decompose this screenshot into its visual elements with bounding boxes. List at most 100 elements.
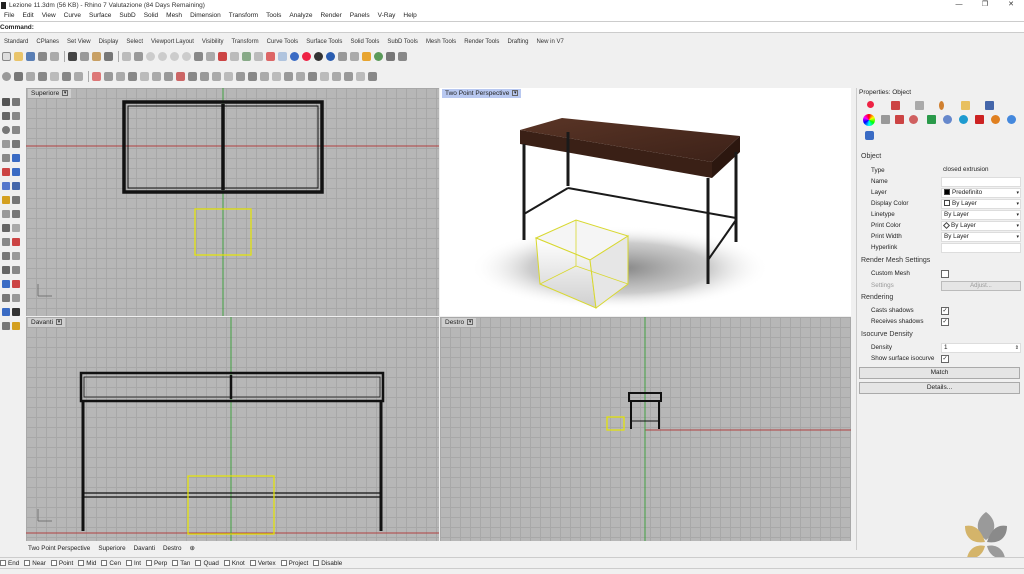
extrude-tool-icon[interactable]: [12, 182, 20, 190]
ellipse-tool-icon[interactable]: [12, 126, 20, 134]
snap-knot[interactable]: Knot: [223, 560, 245, 567]
polyline-tool-icon[interactable]: [12, 98, 20, 106]
menu-transform[interactable]: Transform: [225, 12, 262, 19]
render-tool-icon[interactable]: [2, 294, 10, 302]
prop-layer-select[interactable]: Predefinito ▾: [941, 188, 1021, 198]
snap-end[interactable]: End: [0, 560, 19, 567]
scale-icon[interactable]: [14, 71, 23, 81]
extrude-icon[interactable]: [212, 71, 221, 81]
lock-icon[interactable]: [266, 51, 275, 61]
join-icon[interactable]: [116, 71, 125, 81]
viewport-perspective[interactable]: Two Point Perspective ▾: [440, 88, 851, 316]
snap-quad[interactable]: Quad: [195, 560, 219, 567]
prop-print-width-select[interactable]: By Layer ▾: [941, 232, 1021, 242]
density-input[interactable]: 1 ⇕: [941, 343, 1021, 353]
receives-shadows-checkbox[interactable]: ✓: [941, 318, 949, 326]
open-icon[interactable]: [14, 51, 23, 61]
revolve-icon[interactable]: [248, 71, 257, 81]
snap-project[interactable]: Project: [280, 560, 308, 567]
color-wheel-icon[interactable]: [302, 51, 311, 61]
tab-cplanes[interactable]: CPlanes: [32, 39, 63, 45]
loft-icon[interactable]: [224, 71, 233, 81]
copy-icon[interactable]: [80, 51, 89, 61]
sphere-tool-icon[interactable]: [12, 168, 20, 176]
map-icon[interactable]: [909, 115, 918, 124]
print-icon[interactable]: [38, 51, 47, 61]
mirror-icon[interactable]: [62, 71, 71, 81]
viewport-front[interactable]: Davanti ▾: [26, 317, 439, 541]
text-icon[interactable]: [308, 71, 317, 81]
check-tool-icon[interactable]: [12, 308, 20, 316]
vtab-perspective[interactable]: Two Point Perspective: [24, 545, 94, 552]
chevron-down-icon[interactable]: ▾: [467, 319, 474, 326]
angle-icon[interactable]: [344, 71, 353, 81]
select-icon[interactable]: [242, 51, 251, 61]
split-tool-icon[interactable]: [12, 238, 20, 246]
help-icon[interactable]: [374, 51, 383, 61]
show-isocurve-checkbox[interactable]: ✓: [941, 355, 949, 363]
prop-print-color-select[interactable]: By Layer ▾: [941, 221, 1021, 231]
match-button[interactable]: Match: [859, 367, 1020, 379]
command-input[interactable]: [35, 23, 1024, 31]
join-tool-icon[interactable]: [2, 252, 10, 260]
adjust-button[interactable]: Adjust...: [941, 281, 1021, 291]
viewport-top-label[interactable]: Superiore ▾: [28, 89, 72, 98]
minimize-button[interactable]: —: [946, 0, 972, 10]
tab-subd-tools[interactable]: SubD Tools: [383, 39, 422, 45]
menu-solid[interactable]: Solid: [140, 12, 162, 19]
boolean-icon[interactable]: [200, 71, 209, 81]
decal-icon[interactable]: [939, 101, 944, 110]
network-icon[interactable]: [260, 71, 269, 81]
viewport-top[interactable]: Superiore ▾: [26, 88, 439, 316]
dimension-tool-icon[interactable]: [2, 210, 10, 218]
environment-icon[interactable]: [326, 51, 335, 61]
properties-icon[interactable]: [50, 51, 59, 61]
vtab-right[interactable]: Destro: [159, 545, 186, 552]
color-wheel-icon[interactable]: [863, 114, 875, 126]
mesh-tool-icon[interactable]: [2, 196, 10, 204]
arc-tool-icon[interactable]: [12, 112, 20, 120]
zoom-extents-icon[interactable]: [170, 51, 179, 61]
details-button[interactable]: Details...: [859, 382, 1020, 394]
texture-icon[interactable]: [915, 101, 924, 110]
move-tool-icon[interactable]: [2, 266, 10, 274]
ungroup-icon[interactable]: [152, 71, 161, 81]
menu-curve[interactable]: Curve: [60, 12, 85, 19]
prop-name-input[interactable]: [941, 177, 1021, 187]
add-viewport-tab[interactable]: ⊕: [186, 545, 199, 552]
viewport-right-label[interactable]: Destro ▾: [442, 318, 477, 327]
fillet-icon[interactable]: [176, 71, 185, 81]
group-tool-icon[interactable]: [12, 252, 20, 260]
snap-point[interactable]: Point: [50, 560, 73, 567]
trim-tool-icon[interactable]: [2, 238, 10, 246]
chevron-down-icon[interactable]: ▾: [62, 90, 69, 97]
zoom-icon[interactable]: [146, 51, 155, 61]
custom-mesh-checkbox[interactable]: [941, 270, 949, 278]
copy-tool2-icon[interactable]: [12, 266, 20, 274]
tab-standard[interactable]: Standard: [0, 39, 32, 45]
analyze-tool-icon[interactable]: [2, 280, 10, 288]
red-square-icon[interactable]: [975, 115, 984, 124]
rectangle-tool-icon[interactable]: [2, 140, 10, 148]
menu-vray[interactable]: V-Ray: [374, 12, 400, 19]
pan-icon[interactable]: [122, 51, 131, 61]
object-props-icon[interactable]: [867, 101, 874, 108]
globe-icon[interactable]: [943, 115, 952, 124]
tab-curve-tools[interactable]: Curve Tools: [263, 39, 303, 45]
area-icon[interactable]: [356, 71, 365, 81]
viewport-front-label[interactable]: Davanti ▾: [28, 318, 66, 327]
solid-box-icon[interactable]: [2, 168, 10, 176]
trim-icon[interactable]: [92, 71, 101, 81]
snap-perp[interactable]: Perp: [145, 560, 167, 567]
snap-tan[interactable]: Tan: [172, 560, 190, 567]
pencil-icon[interactable]: [881, 115, 890, 124]
undo-icon[interactable]: [104, 51, 113, 61]
surface-tool-icon[interactable]: [12, 154, 20, 162]
four-views-icon[interactable]: [206, 51, 215, 61]
new-icon[interactable]: [2, 51, 11, 61]
toolbar-more-icon[interactable]: [386, 51, 395, 61]
render-sphere-icon[interactable]: [290, 51, 299, 61]
group-icon[interactable]: [140, 71, 149, 81]
snap-near[interactable]: Near: [24, 560, 46, 567]
cylinder-tool-icon[interactable]: [2, 182, 10, 190]
